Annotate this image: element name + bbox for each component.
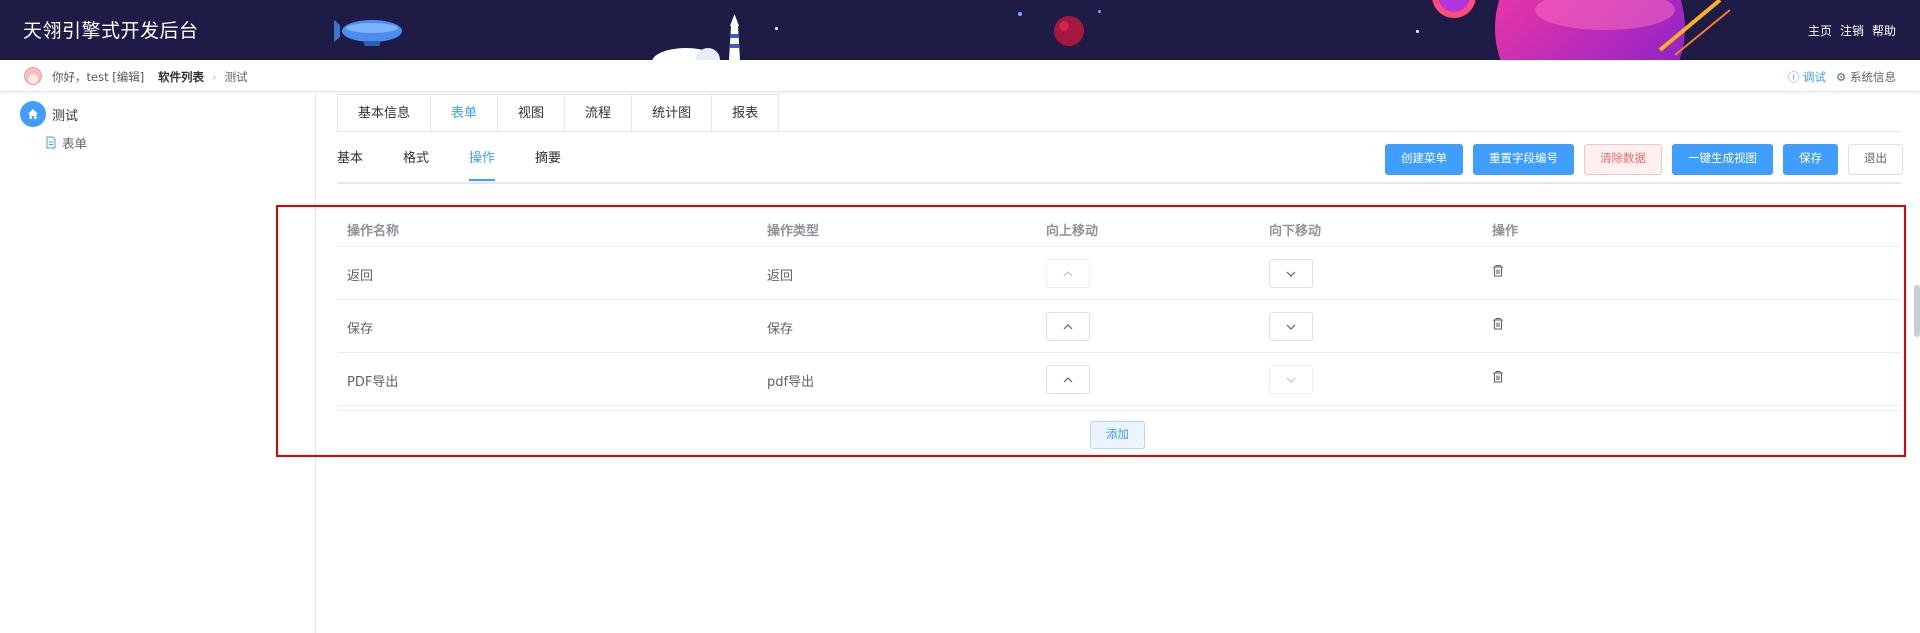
header-move-down: 向下移动	[1269, 224, 1322, 239]
star-decoration	[775, 27, 778, 30]
delete-button[interactable]	[1492, 370, 1504, 387]
breadcrumb: 软件列表 › 测试	[158, 69, 248, 85]
tree-node-root[interactable]: 测试	[20, 101, 78, 127]
move-up-button[interactable]	[1046, 365, 1090, 394]
tab-flow[interactable]: 流程	[565, 95, 633, 133]
star-decoration	[1416, 30, 1419, 33]
subtab-basic[interactable]: 基本	[337, 143, 363, 183]
system-info-label: 系统信息	[1850, 70, 1896, 84]
greeting-text[interactable]: 你好，test [编辑]	[52, 69, 144, 85]
home-icon	[20, 101, 46, 127]
subtab-operation[interactable]: 操作	[469, 143, 496, 183]
scrollbar-handle[interactable]	[1914, 285, 1920, 337]
sub-tabs: 基本 格式 操作 摘要	[337, 143, 561, 183]
add-row-area: 添加	[337, 410, 1901, 450]
table-row: 保存 保存	[337, 300, 1901, 353]
breadcrumb-bar: 你好，test [编辑] 软件列表 › 测试 ⓘ 调试 ⚙ 系统信息	[0, 60, 1920, 92]
chevron-down-icon	[1286, 324, 1296, 330]
save-button[interactable]: 保存	[1783, 144, 1838, 175]
help-link[interactable]: 帮助	[1872, 22, 1896, 39]
operations-table: 操作名称 操作类型 向上移动 向下移动 操作 返回 返回 保存 保存 PDF导出	[337, 208, 1901, 406]
tree-child-label: 表单	[62, 136, 88, 151]
clear-data-button[interactable]: 清除数据	[1584, 144, 1662, 175]
breadcrumb-separator-icon: ›	[212, 70, 217, 84]
chevron-down-icon	[1286, 377, 1296, 383]
cell-op-type: 返回	[767, 269, 794, 284]
star-decoration	[1098, 10, 1101, 13]
subtab-summary[interactable]: 摘要	[535, 143, 561, 183]
planet-large-illustration	[1432, 0, 1731, 60]
header-right-links: ⓘ 调试 ⚙ 系统信息	[1788, 69, 1896, 85]
app-title: 天翎引擎式开发后台	[23, 20, 199, 42]
table-row: 返回 返回	[337, 247, 1901, 300]
tree-node-form[interactable]: 表单	[45, 133, 87, 152]
info-icon: ⓘ	[1787, 70, 1800, 84]
header-action: 操作	[1492, 224, 1519, 239]
table-row: PDF导出 pdf导出	[337, 353, 1901, 406]
tree-root-label: 测试	[52, 108, 79, 124]
create-menu-button[interactable]: 创建菜单	[1385, 144, 1463, 175]
tab-report[interactable]: 报表	[712, 95, 779, 133]
main-tabs: 基本信息 表单 视图 流程 统计图 报表	[337, 94, 780, 133]
blimp-illustration	[334, 20, 402, 46]
logout-link[interactable]: 注销	[1840, 22, 1864, 39]
chevron-down-icon	[1286, 271, 1296, 277]
trash-icon	[1493, 370, 1503, 383]
chevron-up-icon	[1063, 270, 1073, 276]
table-header: 操作名称 操作类型 向上移动 向下移动 操作	[337, 208, 1901, 247]
system-info-link[interactable]: ⚙ 系统信息	[1836, 69, 1896, 85]
top-banner: 天翎引擎式开发后台 主页 注销 帮助	[0, 0, 1920, 60]
reset-field-number-button[interactable]: 重置字段编号	[1473, 144, 1574, 175]
chevron-up-icon	[1063, 376, 1073, 382]
header-op-name: 操作名称	[347, 224, 400, 239]
tab-view[interactable]: 视图	[498, 95, 566, 133]
cell-op-type: 保存	[767, 322, 794, 337]
star-decoration	[1018, 12, 1022, 16]
debug-link[interactable]: ⓘ 调试	[1788, 69, 1826, 85]
header-move-up: 向上移动	[1046, 224, 1099, 239]
move-down-button[interactable]	[1269, 365, 1313, 394]
toolbar: 创建菜单 重置字段编号 清除数据 一键生成视图 保存 退出	[1385, 144, 1903, 175]
lighthouse-illustration	[652, 14, 740, 60]
gear-icon: ⚙	[1836, 70, 1847, 84]
subtab-format[interactable]: 格式	[403, 143, 429, 183]
move-up-button[interactable]	[1046, 312, 1090, 341]
breadcrumb-software-list[interactable]: 软件列表	[158, 69, 204, 85]
header-op-type: 操作类型	[767, 224, 820, 239]
exit-button[interactable]: 退出	[1848, 144, 1903, 175]
document-icon	[46, 136, 56, 149]
cell-op-type: pdf导出	[767, 375, 815, 390]
tab-chart[interactable]: 统计图	[632, 95, 713, 133]
tab-form[interactable]: 表单	[431, 95, 499, 133]
move-up-button[interactable]	[1046, 259, 1090, 288]
add-button[interactable]: 添加	[1090, 421, 1145, 449]
tabs-divider	[337, 131, 1901, 132]
chevron-up-icon	[1063, 323, 1073, 329]
move-down-button[interactable]	[1269, 312, 1313, 341]
subtabs-divider	[337, 182, 1901, 184]
top-links: 主页 注销 帮助	[1808, 22, 1896, 39]
home-link[interactable]: 主页	[1808, 22, 1832, 39]
debug-label: 调试	[1803, 70, 1827, 84]
cell-op-name: 返回	[347, 269, 374, 284]
cell-op-name: 保存	[347, 322, 374, 337]
delete-button[interactable]	[1492, 264, 1504, 281]
trash-icon	[1493, 317, 1503, 330]
cell-op-name: PDF导出	[347, 375, 399, 390]
tab-basic-info[interactable]: 基本信息	[338, 95, 432, 133]
generate-view-button[interactable]: 一键生成视图	[1672, 144, 1773, 175]
avatar[interactable]	[24, 67, 42, 85]
sidebar: 测试 表单	[0, 93, 316, 633]
trash-icon	[1493, 264, 1503, 277]
delete-button[interactable]	[1492, 317, 1504, 334]
move-down-button[interactable]	[1269, 259, 1313, 288]
planet-small-illustration	[1054, 16, 1084, 46]
breadcrumb-current: 测试	[224, 70, 248, 84]
